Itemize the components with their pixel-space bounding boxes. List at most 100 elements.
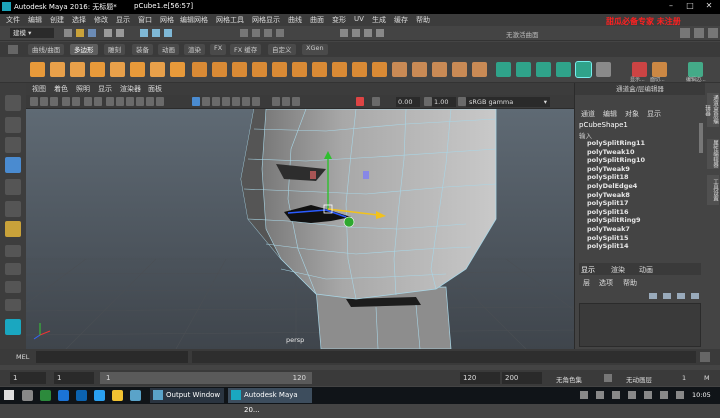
lasso-tool-icon[interactable] [5,117,21,133]
layer-menu-help[interactable]: 帮助 [623,278,637,288]
attribute-editor-icon[interactable] [694,28,704,38]
shelf-tab-curves[interactable]: 曲线/曲面 [28,44,65,55]
checker-icon[interactable] [596,62,611,77]
tray-arrow-icon[interactable] [580,391,588,399]
separate-icon[interactable] [212,62,227,77]
color-mgmt-icon[interactable] [356,97,364,106]
planar-map-icon[interactable] [496,62,511,77]
extrude-icon[interactable] [292,62,307,77]
exposure-icon[interactable] [372,97,380,106]
history-item[interactable]: polySplitRing9 [587,216,699,225]
new-scene-icon[interactable] [64,29,72,37]
boolean-icon[interactable] [252,62,267,77]
isolate-select-icon[interactable] [192,97,200,106]
lights-icon[interactable] [136,97,144,106]
shelf-tab-polygons[interactable]: 多边形 [70,44,98,55]
mode-dropdown[interactable]: 建模 ▾ [10,28,54,38]
mirror-icon[interactable] [272,62,287,77]
select-object-icon[interactable] [152,29,160,37]
maximize-icon[interactable]: □ [683,1,697,12]
new-layer-selected-icon[interactable] [663,293,671,299]
snap-plane-icon[interactable] [276,29,284,37]
store-icon[interactable] [58,390,69,401]
viewport-3d[interactable]: persp [26,109,574,349]
antialias-icon[interactable] [282,97,290,106]
move-layer-up-icon[interactable] [677,293,685,299]
auto-key-label[interactable]: M [704,374,710,382]
battery-icon[interactable] [644,391,652,399]
network-icon[interactable] [596,391,604,399]
spherical-map-icon[interactable] [536,62,551,77]
explorer-icon[interactable] [112,390,123,401]
poly-cylinder-icon[interactable] [70,62,85,77]
scale-tool-icon[interactable] [5,201,21,217]
playback-start-field[interactable]: 1 [54,372,94,384]
xray-active-icon[interactable] [222,97,230,106]
search-icon[interactable] [22,390,33,401]
view-transform-icon[interactable] [458,97,466,106]
layout-four-icon[interactable] [5,263,21,275]
select-component-icon[interactable] [164,29,172,37]
cb-tab-object[interactable]: 对象 [625,109,639,119]
display-icon[interactable] [632,62,647,77]
head-mesh[interactable] [240,109,497,300]
app-icon[interactable] [130,390,141,401]
start-time-field[interactable]: 1 [10,372,46,384]
redo-icon[interactable] [116,29,124,37]
fill-hole-icon[interactable] [352,62,367,77]
anim-layer-icon[interactable] [604,374,612,382]
camera-icon[interactable] [30,97,38,106]
vp-menu-shading[interactable]: 着色 [54,84,68,94]
history-item[interactable]: polyTweak7 [587,225,699,234]
move-layer-down-icon[interactable] [691,293,699,299]
menu-select[interactable]: 选择 [72,15,86,25]
edge-loop-icon[interactable] [472,62,487,77]
poly-platonic-icon[interactable] [170,62,185,77]
vp-menu-show[interactable]: 显示 [98,84,112,94]
shelf-settings-icon[interactable] [8,45,18,54]
history-item[interactable]: polyTweak10 [587,148,699,157]
dof-icon[interactable] [292,97,300,106]
edge-edit-icon[interactable] [688,62,703,77]
menu-modify[interactable]: 修改 [94,15,108,25]
bevel-icon[interactable] [372,62,387,77]
menu-uv[interactable]: UV [354,15,364,23]
film-gate-icon[interactable] [84,97,92,106]
combine-icon[interactable] [192,62,207,77]
layout-single-icon[interactable] [5,245,21,257]
smooth-shade-icon[interactable] [116,97,124,106]
side-tab-attribute-editor[interactable]: 属性编辑器 [707,139,719,169]
quad-draw-icon[interactable] [452,62,467,77]
bookmark-icon[interactable] [50,97,58,106]
modeling-toolkit-logo-icon[interactable] [5,319,21,335]
range-bar[interactable]: 1 120 [100,372,312,384]
resolution-gate-icon[interactable] [94,97,102,106]
snap-grid-icon[interactable] [240,29,248,37]
colorspace-dropdown[interactable]: sRGB gamma ▾ [466,97,550,107]
layout-side-icon[interactable] [5,281,21,293]
select-hierarchy-icon[interactable] [140,29,148,37]
select-tool-icon[interactable] [5,95,21,111]
script-editor-icon[interactable] [700,352,710,362]
history-item[interactable]: polySplit18 [587,173,699,182]
anim-layer-label[interactable]: 无动画层 [626,374,652,384]
ao-icon[interactable] [156,97,164,106]
poly-cube-icon[interactable] [50,62,65,77]
image-plane-icon[interactable] [62,97,70,106]
move-tool-icon[interactable] [5,157,21,173]
ime-icon[interactable] [628,391,636,399]
last-tool-icon[interactable] [5,221,21,237]
cb-tab-channels[interactable]: 通道 [581,109,595,119]
vp-menu-renderer[interactable]: 渲染器 [120,84,141,94]
menu-mesh-display[interactable]: 网格显示 [252,15,280,25]
poly-disc-icon[interactable] [150,62,165,77]
gamma-field[interactable]: 1.00 [432,97,456,107]
save-scene-icon[interactable] [88,29,96,37]
wireframe-icon[interactable] [106,97,114,106]
layer-menu-layers[interactable]: 层 [583,278,590,288]
poly-cone-icon[interactable] [90,62,105,77]
shelf-tab-rigging[interactable]: 装备 [132,44,153,55]
shelf-tab-custom[interactable]: 自定义 [268,44,296,55]
cb-scrollbar[interactable] [699,123,703,153]
camera-attr-icon[interactable] [40,97,48,106]
